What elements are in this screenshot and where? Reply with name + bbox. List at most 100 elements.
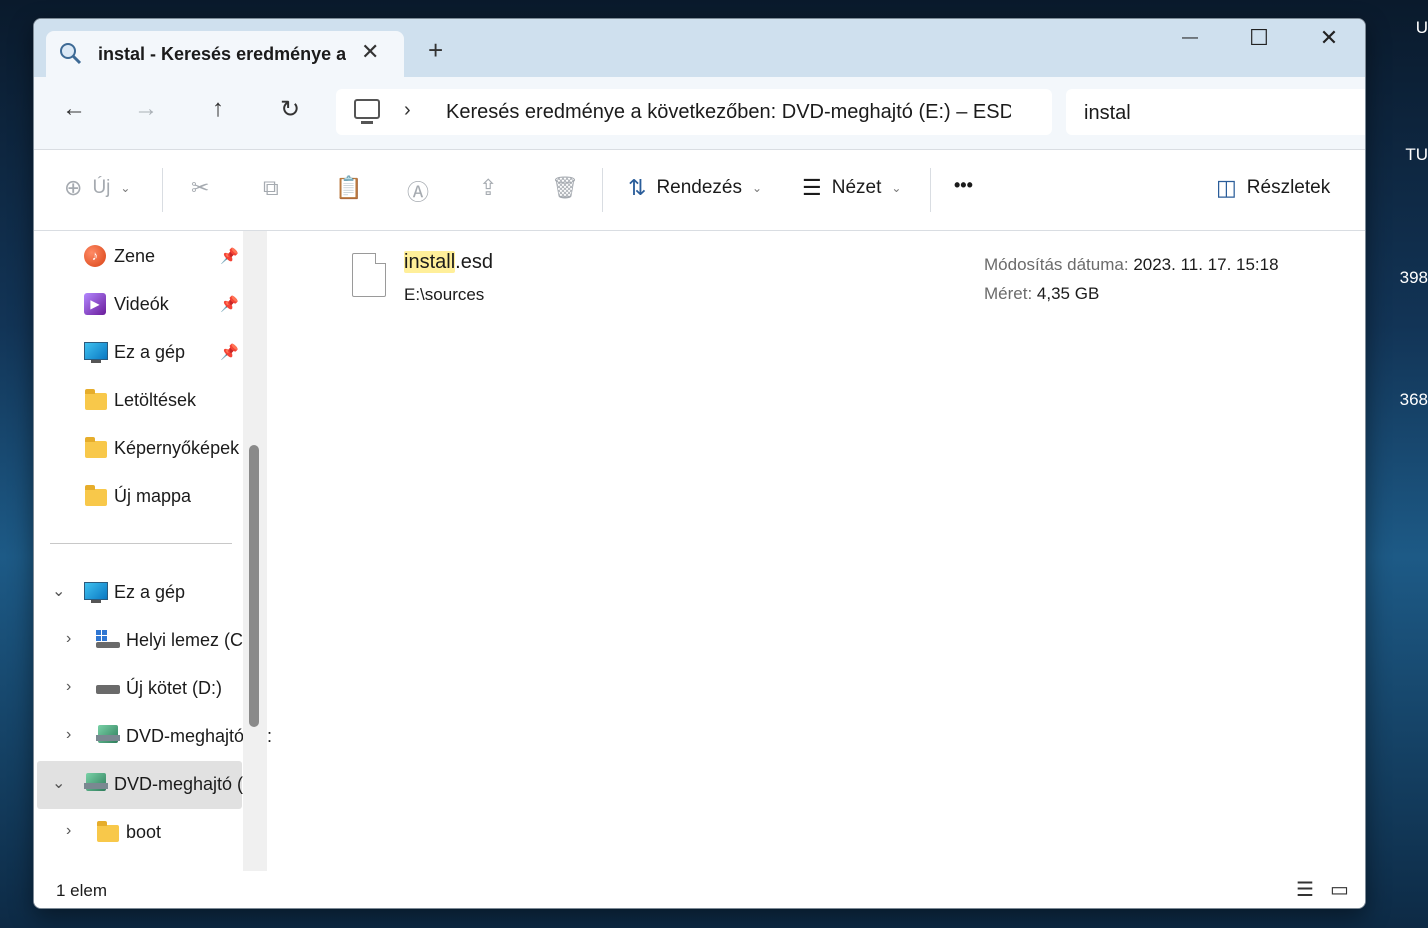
sidebar-item-new-folder[interactable]: Új mappa <box>34 474 243 518</box>
chevron-down-icon[interactable]: ⌄ <box>52 773 65 793</box>
share-button[interactable]: ⇪ <box>479 175 497 201</box>
delete-button[interactable]: 🗑 <box>551 175 579 201</box>
sidebar-item-downloads[interactable]: Letöltések <box>34 378 243 422</box>
size-label: Méret: <box>984 284 1033 303</box>
result-item[interactable]: install.esd E:\sources Módosítás dátuma:… <box>352 249 1312 319</box>
status-bar: 1 elem ☰ ▭ <box>34 871 1365 908</box>
sidebar-item-this-pc[interactable]: Ez a gép 📌 <box>34 330 243 374</box>
more-options-button[interactable]: ••• <box>954 175 973 196</box>
new-button[interactable]: ⊕ Új ⌄ <box>64 175 130 201</box>
file-extension: .esd <box>455 251 493 273</box>
view-icon: ☰ <box>802 175 822 200</box>
chevron-down-icon: ⌄ <box>120 181 131 195</box>
video-icon: ▶ <box>84 293 106 315</box>
refresh-button[interactable]: ↻ <box>272 95 308 124</box>
close-window-button[interactable]: ✕ <box>1309 25 1349 51</box>
rename-icon: Ⓐ <box>407 180 430 205</box>
forward-button[interactable]: → <box>128 95 164 123</box>
sort-button[interactable]: ⇅ Rendezés ⌄ <box>628 175 762 201</box>
desktop-text-3: 398 <box>1399 268 1428 287</box>
search-results-pane: install.esd E:\sources Módosítás dátuma:… <box>272 231 1365 871</box>
tree-item-drive-d[interactable]: › Új kötet (D:) <box>34 666 243 710</box>
view-button[interactable]: ☰ Nézet ⌄ <box>802 175 901 201</box>
chevron-right-icon[interactable]: › <box>66 726 71 744</box>
navigation-bar: ← → ↑ ↻ › Keresés eredménye a következőb… <box>34 77 1365 150</box>
pin-icon[interactable]: 📌 <box>220 247 239 265</box>
new-tab-button[interactable]: + <box>428 37 443 63</box>
tree-item-dvd-e[interactable]: › DVD-meghajtó (E:) <box>34 714 272 758</box>
up-button[interactable]: ↑ <box>200 95 236 123</box>
size-value: 4,35 GB <box>1036 284 1100 303</box>
sidebar-item-label: Képernyőképek <box>114 438 240 458</box>
chevron-down-icon[interactable]: ⌄ <box>52 581 65 601</box>
new-label: Új <box>92 177 111 198</box>
pin-icon[interactable]: 📌 <box>220 343 239 361</box>
minimize-button[interactable]: — <box>1170 29 1210 47</box>
tab-search-results[interactable]: instal - Keresés eredménye a k ✕ <box>46 31 404 77</box>
search-match-highlight: install <box>404 251 456 273</box>
sidebar-item-label: Letöltések <box>114 390 197 410</box>
separator <box>602 168 603 212</box>
details-pane-button[interactable]: ◫ Részletek <box>1216 175 1330 201</box>
folder-icon <box>85 485 107 506</box>
chevron-right-icon[interactable]: › <box>66 630 71 648</box>
chevron-right-icon[interactable]: › <box>66 678 71 696</box>
back-button[interactable]: ← <box>56 95 92 123</box>
tree-item-this-pc[interactable]: ⌄ Ez a gép <box>34 570 243 614</box>
tab-close-icon[interactable]: ✕ <box>361 39 379 65</box>
folder-icon <box>85 389 107 410</box>
sidebar-scrollbar[interactable] <box>243 231 267 871</box>
sidebar-divider <box>50 543 232 544</box>
details-view-icon[interactable]: ☰ <box>1296 877 1314 902</box>
copy-button[interactable]: ⧉ <box>263 175 279 201</box>
file-icon <box>352 253 386 297</box>
command-bar: ⊕ Új ⌄ ✂ ⧉ 📋 Ⓐ ⇪ 🗑 ⇅ Rendezés ⌄ ☰ Nézet … <box>34 150 1365 231</box>
delete-icon: 🗑 <box>551 175 579 200</box>
modified-label: Módosítás dátuma: <box>984 255 1129 274</box>
rename-button[interactable]: Ⓐ <box>407 175 429 207</box>
cut-icon: ✂ <box>191 175 210 200</box>
view-label: Nézet <box>831 177 882 198</box>
chevron-right-icon[interactable]: › <box>66 822 71 840</box>
cut-button[interactable]: ✂ <box>191 175 209 201</box>
tree-item-label: Új kötet (D:) <box>126 678 223 698</box>
sidebar-item-screenshots[interactable]: Képernyőképek <box>34 426 243 470</box>
folder-icon <box>85 437 107 458</box>
address-bar[interactable]: › Keresés eredménye a következőben: DVD-… <box>336 89 1052 135</box>
sidebar-item-label: Zene <box>114 246 156 266</box>
plus-circle-icon: ⊕ <box>64 175 83 200</box>
sidebar-item-music[interactable]: ♪ Zene 📌 <box>34 234 243 278</box>
tab-title: instal - Keresés eredménye a k <box>98 44 346 64</box>
paste-icon: 📋 <box>335 175 363 200</box>
breadcrumb-chevron-icon[interactable]: › <box>404 99 411 122</box>
desktop-text-1: U <box>1415 18 1428 37</box>
scrollbar-thumb[interactable] <box>249 445 259 727</box>
search-input[interactable] <box>1082 101 1346 126</box>
copy-icon: ⧉ <box>263 175 279 200</box>
pin-icon[interactable]: 📌 <box>220 295 239 313</box>
share-icon: ⇪ <box>479 175 498 200</box>
desktop-text-2: TU <box>1405 145 1428 164</box>
title-bar: instal - Keresés eredménye a k ✕ + — ☐ ✕ <box>34 19 1365 77</box>
result-location: E:\sources <box>404 285 485 304</box>
more-icon: ••• <box>954 175 973 195</box>
details-pane-icon: ◫ <box>1216 175 1237 200</box>
sidebar-item-videos[interactable]: ▶ Videók 📌 <box>34 282 243 326</box>
tree-item-dvd-e-selected[interactable]: ⌄ DVD-meghajtó (E:) <box>34 762 266 806</box>
paste-button[interactable]: 📋 <box>335 175 362 201</box>
tree-item-label: boot <box>126 822 162 842</box>
dvd-icon <box>96 725 120 743</box>
maximize-button[interactable]: ☐ <box>1239 25 1279 51</box>
tree-item-drive-c[interactable]: › Helyi lemez (C:) <box>34 618 254 662</box>
result-modified: Módosítás dátuma: 2023. 11. 17. 15:18 <box>984 255 1279 275</box>
search-box[interactable] <box>1066 89 1365 135</box>
drive-icon <box>96 685 120 694</box>
windows-drive-icon <box>96 630 120 648</box>
chevron-down-icon: ⌄ <box>752 181 763 195</box>
result-size: Méret: 4,35 GB <box>984 284 1099 304</box>
chevron-down-icon: ⌄ <box>891 181 902 195</box>
tree-item-boot[interactable]: › boot <box>34 810 243 854</box>
sidebar-item-label: Videók <box>114 294 169 314</box>
large-icons-view-icon[interactable]: ▭ <box>1330 877 1349 902</box>
address-path[interactable]: Keresés eredménye a következőben: DVD-me… <box>446 101 1011 124</box>
